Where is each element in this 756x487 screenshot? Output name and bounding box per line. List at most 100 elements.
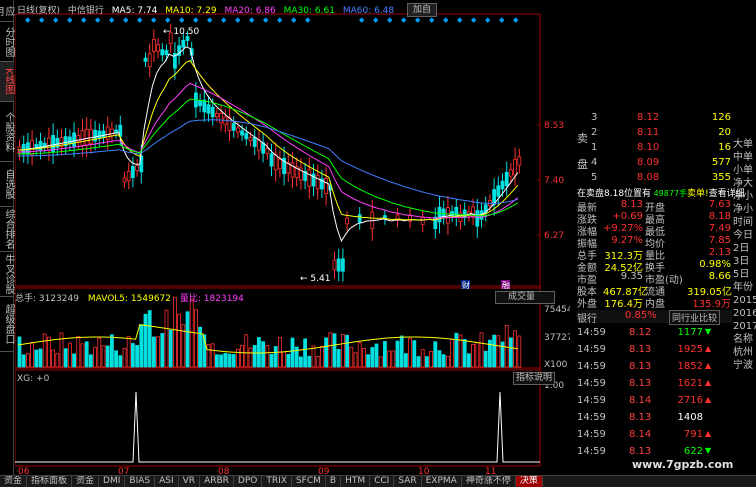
right-edge-label[interactable]: 小单 (733, 164, 756, 177)
right-edge-label[interactable]: 2日 (733, 242, 756, 255)
period-label[interactable]: 日线(复权) (17, 6, 60, 16)
event-marker[interactable]: ◆ (25, 16, 31, 24)
event-marker[interactable]: ◆ (263, 16, 269, 24)
left-tab-1[interactable]: 分时图 (0, 22, 14, 62)
indicator-tab[interactable]: VR (179, 476, 201, 487)
indicator-tab[interactable]: HTM (341, 476, 371, 487)
event-marker[interactable]: ◆ (471, 16, 477, 24)
big-order-notice[interactable]: 在卖盘8.18位置有 49877手卖单!查看详细 (577, 186, 745, 199)
event-marker[interactable]: ◆ (485, 16, 491, 24)
order-book-row[interactable]: 5 8.08 355 (575, 172, 735, 185)
event-marker[interactable]: ◆ (123, 16, 129, 24)
event-marker[interactable]: ◆ (277, 16, 283, 24)
left-tab-5[interactable]: 综合排名 (0, 207, 14, 252)
price-axis-label: 8.53 (544, 121, 564, 131)
event-marker[interactable]: ◆ (39, 16, 45, 24)
right-edge-label[interactable]: 3日 (733, 255, 756, 268)
indicator-tab[interactable]: ARBR (200, 476, 234, 487)
event-marker[interactable]: ◆ (387, 16, 393, 24)
event-marker[interactable]: ◆ (429, 16, 435, 24)
event-marker[interactable]: ◆ (109, 16, 115, 24)
indicator-tab[interactable]: EXPMA (422, 476, 462, 487)
event-marker[interactable]: ◆ (137, 16, 143, 24)
order-price: 8.10 (637, 142, 660, 153)
event-marker[interactable]: ◆ (207, 16, 213, 24)
event-marker[interactable]: ◆ (249, 16, 255, 24)
arrow-up-icon: ▲ (705, 361, 712, 370)
right-edge-label[interactable]: 2015 (733, 294, 756, 307)
indicator-tab[interactable]: 指标面板 (27, 476, 73, 487)
right-edge-label[interactable]: 大单 (733, 138, 756, 151)
event-marker[interactable]: ◆ (499, 16, 505, 24)
right-edge-label[interactable]: 净大 (733, 177, 756, 190)
volume-indicator-select[interactable]: 成交量 (495, 291, 555, 304)
right-edge-label[interactable]: 杭州 (733, 346, 756, 359)
event-marker[interactable]: ◆ (81, 16, 87, 24)
volume-bars (17, 296, 522, 368)
right-edge-label[interactable]: 中单 (733, 151, 756, 164)
event-marker[interactable]: ◆ (401, 16, 407, 24)
right-edge-label[interactable]: 2017 (733, 320, 756, 333)
left-tab-0[interactable]: 应用 (0, 0, 14, 22)
order-book-row[interactable]: 3 8.12 126 (575, 112, 735, 125)
indicator-tab[interactable]: CCI (370, 476, 395, 487)
event-marker[interactable]: ◆ (235, 16, 241, 24)
right-edge-label[interactable]: 净小 (733, 203, 756, 216)
order-book-row[interactable]: 4 8.09 577 (575, 157, 735, 170)
order-book-row[interactable]: 2 8.11 20 (575, 127, 735, 140)
indicator-tab[interactable]: DMI (99, 476, 126, 487)
indicator-tab[interactable]: 资金 (72, 476, 100, 487)
right-edge-label[interactable]: 名称 (733, 333, 756, 346)
indicator-tab[interactable]: ASI (155, 476, 179, 487)
right-edge-label[interactable]: 时间 (733, 216, 756, 229)
event-marker[interactable]: ◆ (95, 16, 101, 24)
indicator-tab[interactable]: 神奇涨不停 (462, 476, 516, 487)
order-book-row[interactable]: 1 8.10 16 (575, 142, 735, 155)
left-tab-3[interactable]: 个股资料 (0, 102, 14, 162)
left-tab-2[interactable]: K线图 (0, 62, 14, 102)
event-marker[interactable]: ◆ (443, 16, 449, 24)
event-marker[interactable]: ◆ (359, 16, 365, 24)
event-marker[interactable]: ◆ (151, 16, 157, 24)
indicator-tab[interactable]: BIAS (125, 476, 156, 487)
indicator-tab[interactable]: 决策 (515, 476, 543, 487)
add-watchlist-button[interactable]: 加自 (407, 3, 437, 17)
order-qty: 126 (711, 112, 731, 123)
right-edge-label[interactable]: 今日 (733, 229, 756, 242)
event-marker[interactable]: ◆ (165, 16, 171, 24)
indicator-tab[interactable]: SAR (394, 476, 422, 487)
right-edge-label[interactable]: 宁波 (733, 359, 756, 372)
left-tab-4[interactable]: 自选股 (0, 162, 14, 207)
left-tab-7[interactable]: 超级盘口 (0, 297, 14, 352)
tick-time: 14:59 (577, 344, 606, 355)
left-tab-6[interactable]: 牛叉诊股 (0, 252, 14, 297)
price-axis-label: 6.27 (544, 231, 564, 241)
indicator-tab[interactable]: SFCM (292, 476, 326, 487)
event-marker[interactable]: ◆ (457, 16, 463, 24)
sector-compare-button[interactable]: 同行业比较 (669, 310, 721, 325)
event-marker[interactable]: ◆ (179, 16, 185, 24)
event-marker[interactable]: ◆ (513, 16, 519, 24)
indicator-help-button[interactable]: 指标说明 (513, 372, 555, 385)
tick-row: 14:59 8.12 1177 ▼ (577, 327, 727, 340)
event-marker[interactable]: ◆ (193, 16, 199, 24)
event-marker[interactable]: ◆ (53, 16, 59, 24)
indicator-tab[interactable]: TRIX (262, 476, 292, 487)
event-marker[interactable]: ◆ (291, 16, 297, 24)
indicator-tab[interactable]: B (326, 476, 342, 487)
kline-chart[interactable]: 8.53 7.40 6.27 75454 37727 X100 1.00 06 07 08 09 10… (15, 0, 570, 475)
volume-ratio: 量比: 1823194 (179, 294, 244, 304)
right-edge-label[interactable]: 2016 (733, 307, 756, 320)
tick-row: 14:59 8.13 1621 ▲ (577, 378, 727, 391)
right-edge-label[interactable]: 年份 (733, 281, 756, 294)
indicator-tab[interactable]: 资金 (0, 476, 28, 487)
event-marker[interactable]: ◆ (67, 16, 73, 24)
event-marker[interactable]: ◆ (221, 16, 227, 24)
event-marker[interactable]: ◆ (305, 16, 311, 24)
indicator-tab[interactable]: DPO (234, 476, 263, 487)
event-marker[interactable]: ◆ (373, 16, 379, 24)
event-marker[interactable]: ◆ (415, 16, 421, 24)
right-edge-label[interactable]: 5日 (733, 268, 756, 281)
right-edge-label[interactable]: 净小 (733, 190, 756, 203)
tick-row: 14:59 8.13 1852 ▲ (577, 361, 727, 374)
